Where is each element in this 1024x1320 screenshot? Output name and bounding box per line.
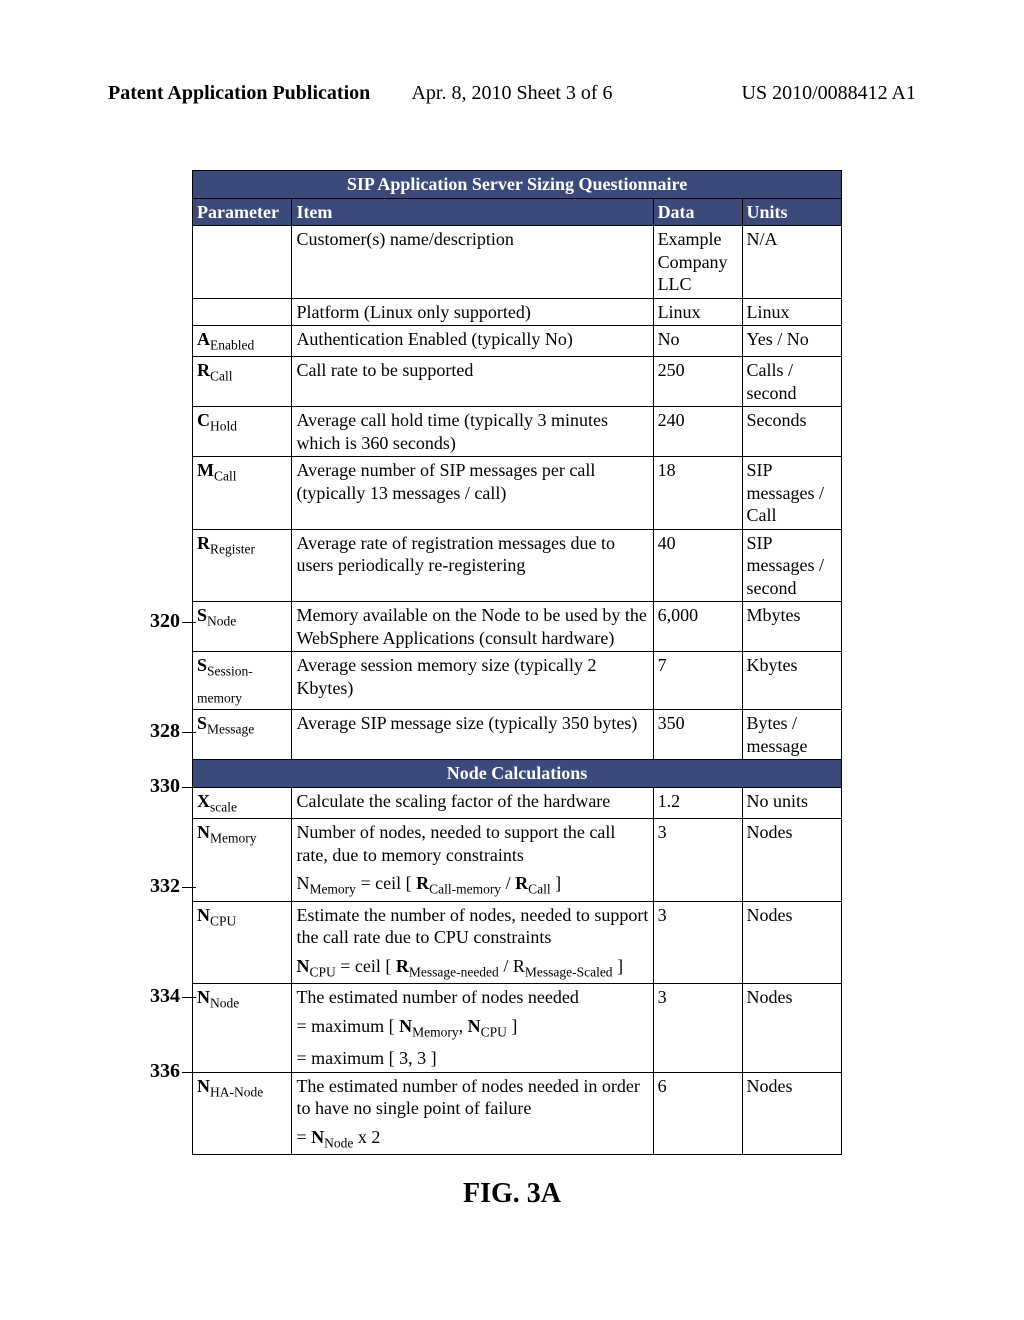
- sizing-table: SIP Application Server Sizing Questionna…: [192, 170, 842, 1155]
- table-row: NMemory Number of nodes, needed to suppo…: [193, 819, 842, 901]
- table-row: SMessage Average SIP message size (typic…: [193, 710, 842, 760]
- table-row: Customer(s) name/description Example Com…: [193, 226, 842, 299]
- col-item: Item: [292, 198, 653, 226]
- formula-nha: = NNode x 2: [296, 1126, 648, 1152]
- formula-nmemory: NMemory = ceil [ RCall-memory / RCall ]: [296, 872, 648, 898]
- table-row: Xscale Calculate the scaling factor of t…: [193, 787, 842, 818]
- callout-334: 334: [150, 985, 196, 1008]
- callout-328: 328: [150, 720, 196, 743]
- col-parameter: Parameter: [193, 198, 292, 226]
- section-node-calculations: Node Calculations: [193, 760, 842, 788]
- table-row: RRegister Average rate of registration m…: [193, 529, 842, 602]
- table-row: NNode The estimated number of nodes need…: [193, 984, 842, 1072]
- table-row: CHold Average call hold time (typically …: [193, 407, 842, 457]
- table-title: SIP Application Server Sizing Questionna…: [193, 171, 842, 199]
- col-units: Units: [742, 198, 841, 226]
- table-row: NCPU Estimate the number of nodes, neede…: [193, 901, 842, 983]
- callout-332: 332: [150, 875, 196, 898]
- callout-330: 330: [150, 775, 196, 798]
- table-row: SNode Memory available on the Node to be…: [193, 602, 842, 652]
- formula-ncpu: NCPU = ceil [ RMessage-needed / RMessage…: [296, 955, 648, 981]
- publication-number: US 2010/0088412 A1: [742, 82, 916, 105]
- callout-320: 320: [150, 610, 196, 633]
- formula-nnode-2: = maximum [ 3, 3 ]: [296, 1047, 648, 1070]
- date-sheet: Apr. 8, 2010 Sheet 3 of 6: [411, 82, 612, 105]
- table-row: Platform (Linux only supported) Linux Li…: [193, 298, 842, 326]
- table-row: SSession-memory Average session memory s…: [193, 652, 842, 710]
- figure-label: FIG. 3A: [0, 1178, 1024, 1210]
- publication-label: Patent Application Publication: [108, 82, 370, 105]
- table-row: AEnabled Authentication Enabled (typical…: [193, 326, 842, 357]
- formula-nnode-1: = maximum [ NMemory, NCPU ]: [296, 1015, 648, 1041]
- table-row: NHA-Node The estimated number of nodes n…: [193, 1072, 842, 1154]
- table-row: RCall Call rate to be supported 250 Call…: [193, 357, 842, 407]
- table-row: MCall Average number of SIP messages per…: [193, 457, 842, 530]
- sizing-questionnaire-table: SIP Application Server Sizing Questionna…: [192, 170, 842, 1155]
- col-data: Data: [653, 198, 742, 226]
- callout-336: 336: [150, 1060, 196, 1083]
